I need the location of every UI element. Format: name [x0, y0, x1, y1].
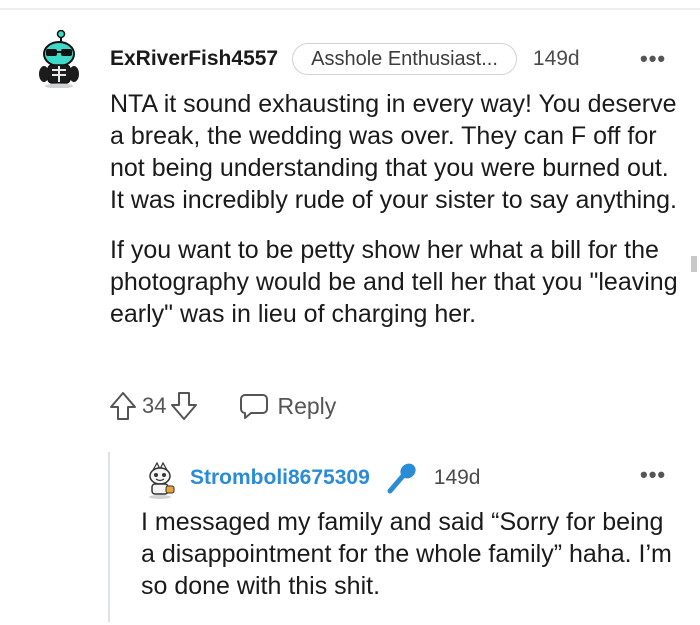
- comment-paragraph: NTA it sound exhausting in every way! Yo…: [110, 90, 677, 214]
- comment-paragraph: If you want to be petty show her what a …: [110, 236, 678, 328]
- comment-header: ExRiverFish4557 Asshole Enthusiast... 14…: [110, 40, 580, 78]
- reply-header: Stromboli8675309 149d: [190, 460, 480, 496]
- comment-body: NTA it sound exhausting in every way! Yo…: [110, 88, 680, 348]
- thread-line[interactable]: [108, 452, 110, 622]
- comment-actions: 34 Reply: [108, 388, 336, 424]
- upvote-icon[interactable]: [108, 390, 138, 422]
- reply-label: Reply: [277, 392, 337, 419]
- reply-bubble-icon: [240, 394, 269, 419]
- microphone-icon: [387, 463, 416, 494]
- more-options-icon[interactable]: •••: [640, 462, 666, 488]
- vote-count: 34: [142, 393, 167, 418]
- user-flair: Asshole Enthusiast...: [292, 43, 517, 75]
- reply-age: 149d: [433, 466, 481, 489]
- reply-body: I messaged my family and said “Sorry for…: [141, 508, 672, 600]
- comment-age: 149d: [532, 47, 580, 70]
- top-divider: [0, 8, 700, 10]
- avatar-icon[interactable]: [143, 460, 177, 500]
- reply-username[interactable]: Stromboli8675309: [190, 466, 370, 490]
- avatar-icon[interactable]: [34, 30, 84, 88]
- reply-button[interactable]: Reply: [239, 392, 336, 420]
- more-options-icon[interactable]: •••: [640, 46, 666, 72]
- downvote-icon[interactable]: [169, 390, 199, 422]
- username[interactable]: ExRiverFish4557: [110, 47, 278, 71]
- scrollbar-thumb[interactable]: [691, 256, 697, 272]
